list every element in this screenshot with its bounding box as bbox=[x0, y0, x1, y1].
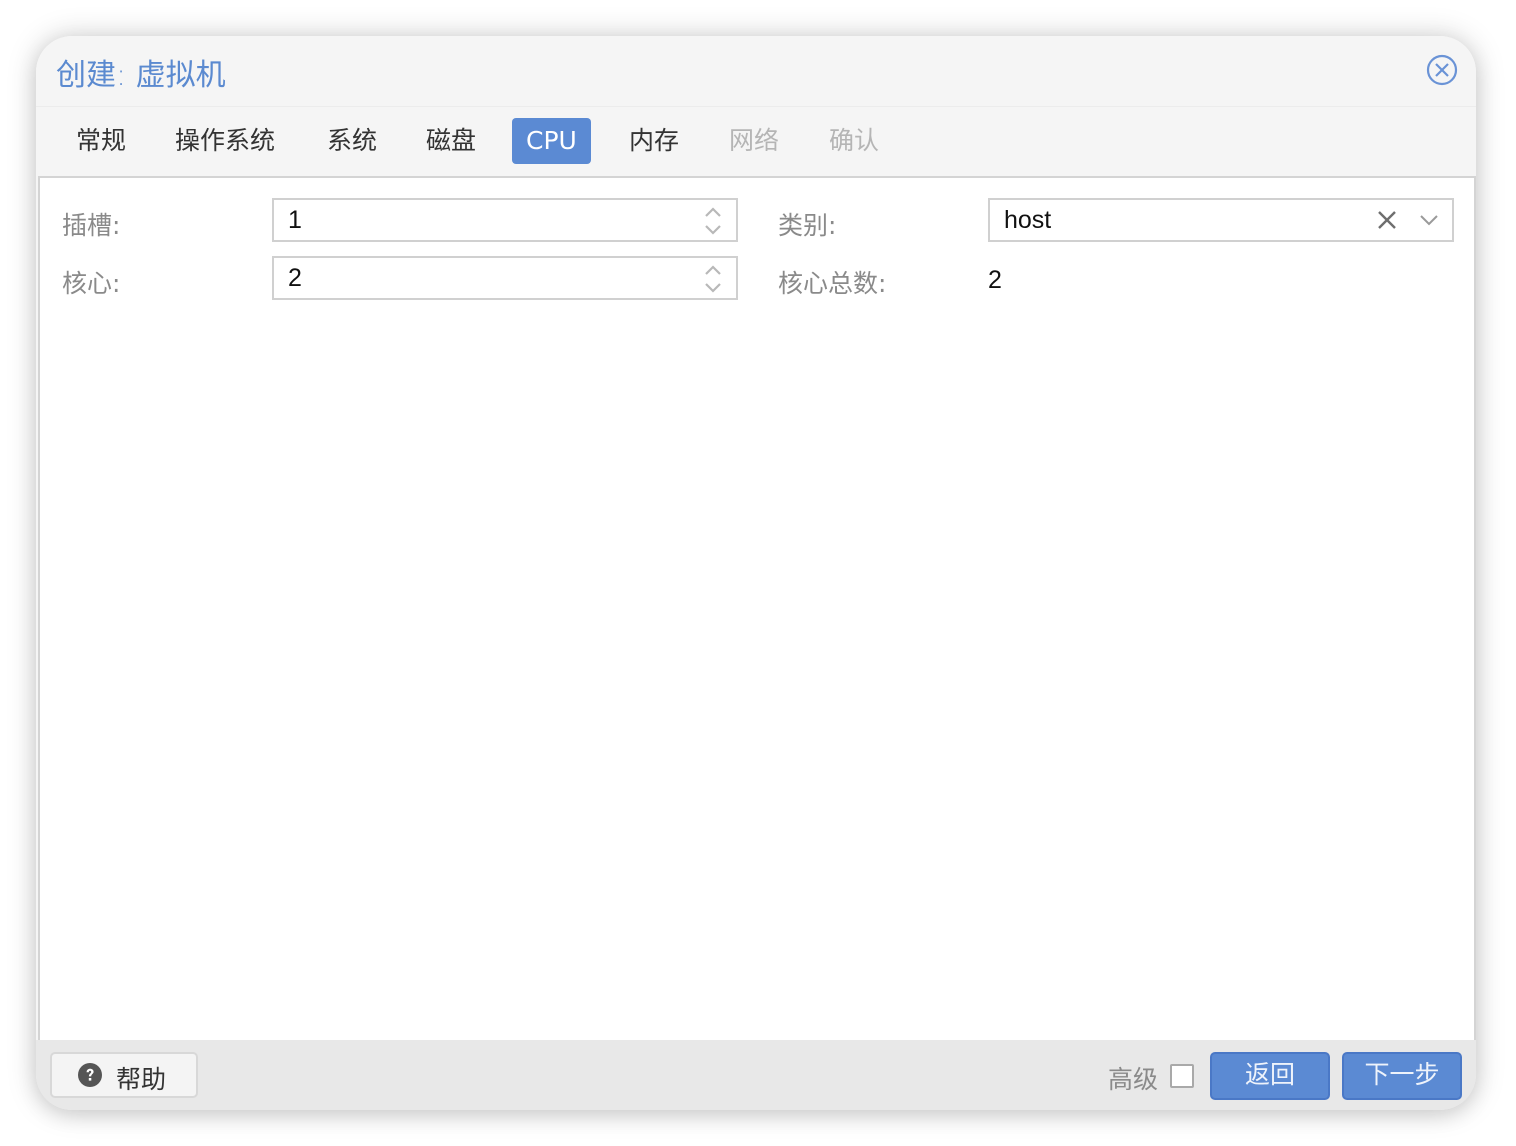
cpu-settings-panel: 插槽: 1 核心: 2 类别: host 核心总数: 2 bbox=[38, 176, 1476, 1042]
chevron-down-icon bbox=[1420, 215, 1438, 226]
circle-x-icon bbox=[1426, 54, 1458, 86]
help-label: 帮助 bbox=[116, 1065, 167, 1094]
close-button[interactable] bbox=[1426, 54, 1458, 86]
clear-button[interactable] bbox=[1376, 209, 1398, 231]
spinner-up-down-icon bbox=[705, 207, 721, 235]
tab-system[interactable]: 系统 bbox=[313, 118, 391, 164]
question-circle-icon bbox=[78, 1063, 102, 1087]
dialog-footer: 帮助 高级 返回 下一步 bbox=[36, 1040, 1476, 1110]
cores-spinner[interactable] bbox=[700, 262, 726, 296]
tab-general[interactable]: 常规 bbox=[62, 118, 140, 164]
cores-stepper[interactable]: 2 bbox=[272, 256, 738, 300]
cpu-type-label: 类别: bbox=[778, 211, 837, 240]
tab-disks[interactable]: 磁盘 bbox=[412, 118, 490, 164]
sockets-value: 1 bbox=[288, 206, 302, 234]
back-button[interactable]: 返回 bbox=[1210, 1052, 1330, 1100]
tab-network[interactable]: 网络 bbox=[715, 118, 793, 164]
tab-memory[interactable]: 内存 bbox=[615, 118, 693, 164]
cpu-type-value: host bbox=[1004, 206, 1052, 234]
cores-label: 核心: bbox=[62, 269, 121, 298]
advanced-checkbox[interactable] bbox=[1170, 1064, 1194, 1088]
wizard-tabs: 常规 操作系统 系统 磁盘 CPU 内存 网络 确认 bbox=[36, 108, 1476, 176]
tab-cpu[interactable]: CPU bbox=[512, 118, 591, 164]
tab-confirm[interactable]: 确认 bbox=[815, 118, 893, 164]
tab-os[interactable]: 操作系统 bbox=[161, 118, 289, 164]
sockets-label: 插槽: bbox=[62, 211, 121, 240]
sockets-stepper[interactable]: 1 bbox=[272, 198, 738, 242]
spinner-up-down-icon bbox=[705, 265, 721, 293]
next-button[interactable]: 下一步 bbox=[1342, 1052, 1462, 1100]
sockets-spinner[interactable] bbox=[700, 204, 726, 238]
close-x-icon bbox=[1378, 211, 1396, 229]
advanced-label: 高级 bbox=[1108, 1065, 1159, 1094]
dropdown-trigger[interactable] bbox=[1418, 209, 1440, 231]
dialog-title: 创建: 虚拟机 bbox=[56, 58, 226, 93]
dialog-titlebar: 创建: 虚拟机 bbox=[36, 36, 1476, 107]
total-cores-label: 核心总数: bbox=[778, 269, 887, 298]
help-button[interactable]: 帮助 bbox=[50, 1052, 198, 1098]
cores-value: 2 bbox=[288, 264, 302, 292]
cpu-type-combobox[interactable]: host bbox=[988, 198, 1454, 242]
total-cores-value: 2 bbox=[988, 266, 1002, 294]
create-vm-dialog: 创建: 虚拟机 常规 操作系统 系统 磁盘 CPU 内存 网络 确认 插槽: 1 bbox=[36, 36, 1476, 1110]
